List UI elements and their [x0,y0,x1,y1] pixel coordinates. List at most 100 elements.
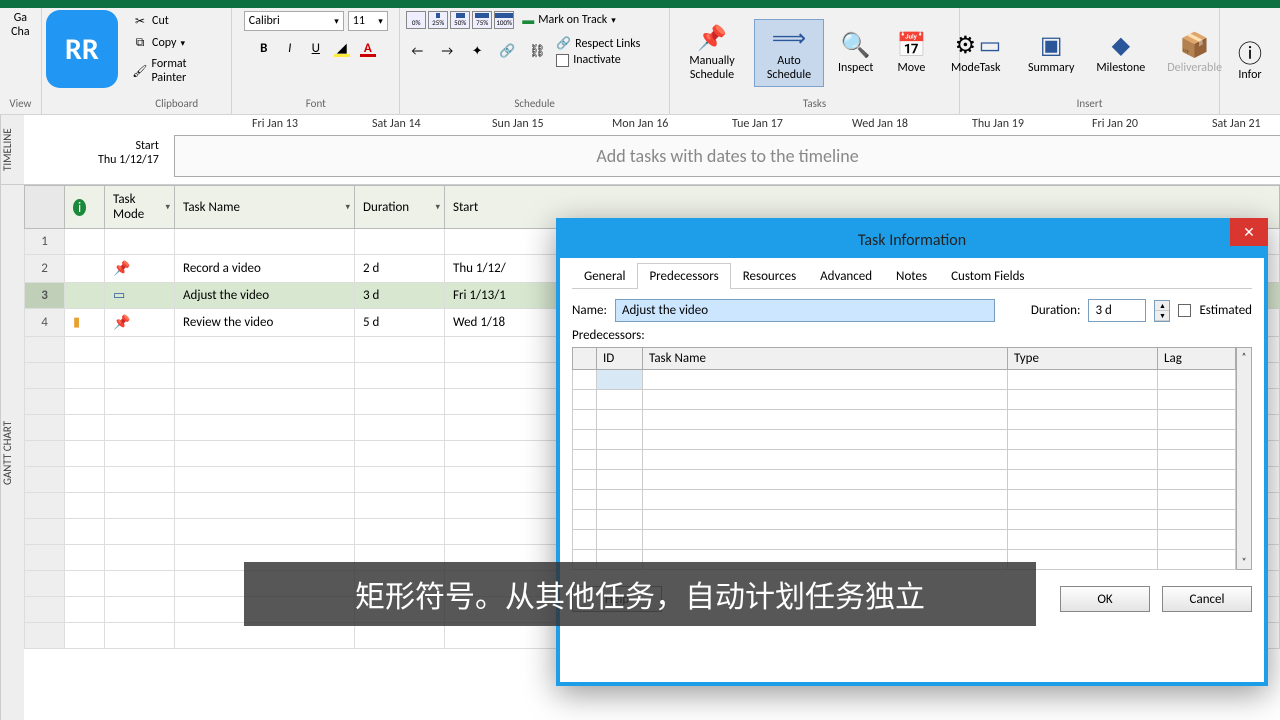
note-icon: ▮ [73,315,80,330]
col-duration[interactable]: Duration▾ [355,186,445,229]
cut-button[interactable]: ✂Cut [128,11,173,31]
tab-notes[interactable]: Notes [884,263,939,289]
manually-schedule-button[interactable]: 📌Manually Schedule [676,20,748,86]
unlink-button[interactable]: ⛓ [526,41,548,63]
pred-row[interactable] [573,430,1236,450]
dialog-title: Task Information [858,231,966,250]
tab-advanced[interactable]: Advanced [808,263,884,289]
outdent-button[interactable]: ← [406,41,428,63]
duration-spinner[interactable]: ▲▼ [1154,300,1170,322]
split-button[interactable]: ✦ [466,41,488,63]
col-mode[interactable]: Task Mode▾ [105,186,175,229]
insert-summary-button[interactable]: ▣Summary [1020,27,1082,79]
pred-row[interactable] [573,470,1236,490]
pin-icon: 📌 [696,24,728,52]
inactivate-button[interactable]: Inactivate [556,52,640,68]
tab-resources[interactable]: Resources [731,263,808,289]
name-input[interactable] [615,299,995,322]
predecessors-table: ID Task Name Type Lag [572,347,1236,570]
col-info[interactable]: i [65,186,105,229]
estimated-checkbox[interactable] [1178,304,1191,317]
duration-input[interactable] [1088,299,1146,322]
predecessors-label: Predecessors: [572,328,1252,343]
col-lag[interactable]: Lag [1158,348,1236,370]
pred-row[interactable] [573,370,1236,390]
timeline-start: Start Thu 1/12/17 [98,139,159,167]
pct-75-button[interactable]: 75% [472,11,492,29]
col-rownum[interactable] [25,186,65,229]
font-name-combo[interactable]: Calibri▾ [244,11,344,31]
pred-row[interactable] [573,510,1236,530]
tasks-label: Tasks [676,95,953,112]
view-label: View [6,95,35,112]
insert-label: Insert [966,95,1213,112]
pred-row[interactable] [573,490,1236,510]
task-icon: ▭ [974,31,1006,59]
dialog-tabs: General Predecessors Resources Advanced … [572,262,1252,289]
col-type[interactable]: Type [1008,348,1158,370]
chevron-down-icon[interactable]: ▼ [1155,311,1169,321]
timeline-hint[interactable]: Add tasks with dates to the timeline [174,135,1280,177]
pred-row[interactable] [573,450,1236,470]
pct-100-button[interactable]: 100% [494,11,514,29]
information-button[interactable]: ⓘInfor [1226,34,1274,86]
checkbox-icon [556,54,569,67]
milestone-icon: ◆ [1105,31,1137,59]
font-color-button[interactable]: A [357,37,379,59]
col-blank [573,348,597,370]
insert-task-button[interactable]: ▭Task [966,27,1014,79]
duration-label: Duration: [1031,303,1081,318]
link-button[interactable]: 🔗 [496,41,518,63]
inspect-icon: 🔍 [840,31,872,59]
auto-icon: ⟹ [773,24,805,52]
mark-on-track-button[interactable]: ▬Mark on Track▾ [522,12,616,29]
pct-25-button[interactable]: 25% [428,11,448,29]
font-size-combo[interactable]: 11▾ [348,11,388,31]
pct-0-button[interactable]: 0% [406,11,426,29]
respect-links-button[interactable]: 🔗Respect Links [556,35,640,52]
timeline-label: TIMELINE [0,115,24,184]
underline-button[interactable]: U [305,37,327,59]
chevron-down-icon[interactable]: ˅ [1237,553,1251,569]
gantt-label: GANTT CHART [0,185,24,720]
percent-complete-buttons: 0% 25% 50% 75% 100% [406,11,514,29]
col-name[interactable]: Task Name▾ [175,186,355,229]
name-label: Name: [572,303,607,318]
cancel-button[interactable]: Cancel [1162,586,1252,612]
pred-row[interactable] [573,530,1236,550]
clipboard-label: Clipboard [128,95,225,112]
insert-milestone-button[interactable]: ◆Milestone [1088,27,1153,79]
tab-predecessors[interactable]: Predecessors [637,263,730,289]
copy-button[interactable]: ⧉Copy▾ [128,33,189,53]
chevron-up-icon[interactable]: ˄ [1237,348,1251,364]
inspect-button[interactable]: 🔍Inspect [830,27,881,79]
move-button[interactable]: 📅Move [887,27,935,79]
tab-custom-fields[interactable]: Custom Fields [939,263,1036,289]
ok-button[interactable]: OK [1060,586,1150,612]
close-icon: ✕ [1243,224,1255,241]
indent-button[interactable]: → [436,41,458,63]
auto-schedule-button[interactable]: ⟹Auto Schedule [754,19,824,87]
copy-icon: ⧉ [132,35,148,51]
format-painter-button[interactable]: 🖌Format Painter [128,55,225,87]
predecessors-scroll[interactable]: ˄ ˅ [1236,347,1252,570]
dialog-title-bar[interactable]: Task Information ✕ [560,222,1264,258]
deliverable-icon: 📦 [1179,31,1211,59]
tab-general[interactable]: General [572,263,637,289]
fill-color-button[interactable]: ◢ [331,37,353,59]
logo: RR [46,10,118,88]
estimated-label: Estimated [1199,303,1252,318]
close-button[interactable]: ✕ [1230,218,1268,246]
col-id[interactable]: ID [597,348,643,370]
bold-button[interactable]: B [253,37,275,59]
col-taskname[interactable]: Task Name [643,348,1008,370]
info-icon: i [73,199,86,216]
pred-row[interactable] [573,390,1236,410]
chevron-up-icon[interactable]: ▲ [1155,301,1169,311]
schedule-label: Schedule [406,95,663,112]
pct-50-button[interactable]: 50% [450,11,470,29]
italic-button[interactable]: I [279,37,301,59]
pin-icon: 📌 [113,260,130,277]
pred-row[interactable] [573,410,1236,430]
summary-icon: ▣ [1035,31,1067,59]
